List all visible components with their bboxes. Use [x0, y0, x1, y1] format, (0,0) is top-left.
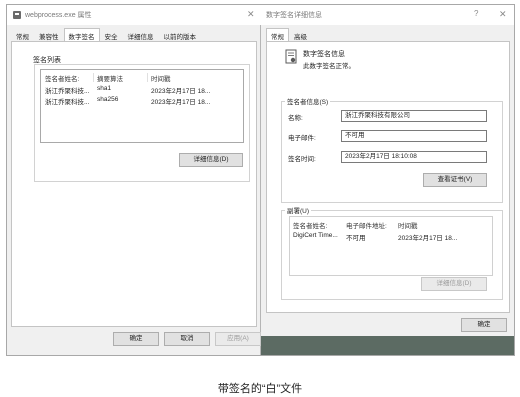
column-divider — [147, 73, 148, 82]
signer-cell: 浙江乔聚科技... — [45, 99, 90, 106]
signer-cell: DigiCert Time... — [293, 232, 338, 239]
close-icon[interactable]: ✕ — [499, 9, 507, 20]
column-header-email[interactable]: 电子邮件地址: — [346, 220, 396, 230]
tab-previous-versions[interactable]: 以前的版本 — [159, 28, 202, 41]
info-subtitle: 此数字签名正常。 — [303, 63, 355, 70]
countersignature-legend: 副署(U) — [285, 205, 312, 215]
digest-cell: sha256 — [97, 96, 119, 103]
tab-advanced[interactable]: 高级 — [289, 28, 312, 41]
signature-details-titlebar: 数字签名详细信息 ? ✕ — [261, 5, 514, 25]
help-icon[interactable]: ? — [474, 9, 478, 18]
list-header: 签名者姓名: 摘要算法 时间戳 — [41, 72, 243, 83]
digest-cell: sha1 — [97, 85, 112, 92]
list-item[interactable]: 浙江乔聚科技... sha256 2023年2月17日 18... — [41, 95, 243, 106]
name-field[interactable]: 浙江乔聚科技有限公司 — [341, 110, 487, 122]
caption: 带签名的“白”文件 — [217, 383, 303, 395]
details-button[interactable]: 详细信息(D) — [421, 277, 487, 291]
list-header: 签名者姓名: 电子邮件地址: 时间戳 — [290, 219, 492, 230]
column-header-signer[interactable]: 签名者姓名: — [45, 73, 91, 83]
timestamp-cell: 2023年2月17日 18... — [398, 235, 458, 242]
view-certificate-button[interactable]: 查看证书(V) — [423, 173, 487, 187]
column-header-timestamp[interactable]: 时间戳 — [398, 220, 490, 230]
signature-list[interactable]: 签名者姓名: 摘要算法 时间戳 浙江乔聚科技... sha1 2023年2月17… — [40, 69, 244, 143]
signer-info-legend: 签名者信息(S) — [285, 96, 331, 106]
info-title: 数字签名信息 — [303, 51, 345, 58]
signer-cell: 浙江乔聚科技... — [45, 88, 90, 95]
apply-button[interactable]: 应用(A) — [215, 332, 261, 346]
background-strip — [261, 336, 514, 355]
email-label: 电子邮件: — [288, 135, 316, 142]
close-icon[interactable]: ✕ — [247, 9, 255, 20]
properties-tabs: 常规 兼容性 数字签名 安全 详细信息 以前的版本 — [11, 28, 201, 41]
tab-general[interactable]: 常规 — [266, 28, 289, 41]
list-item[interactable]: DigiCert Time... 不可用 2023年2月17日 18... — [290, 231, 492, 242]
name-label: 名称: — [288, 115, 303, 122]
ok-button[interactable]: 确定 — [461, 318, 507, 332]
column-header-digest[interactable]: 摘要算法 — [97, 73, 145, 83]
tab-details[interactable]: 详细信息 — [123, 28, 159, 41]
signing-time-label: 签名时间: — [288, 156, 316, 163]
column-header-timestamp[interactable]: 时间戳 — [151, 73, 241, 83]
signature-details-tabs: 常规 高级 — [266, 28, 312, 41]
countersignature-list[interactable]: 签名者姓名: 电子邮件地址: 时间戳 DigiCert Time... 不可用 … — [289, 216, 493, 276]
cancel-button[interactable]: 取消 — [164, 332, 210, 346]
signature-details-title: 数字签名详细信息 — [266, 12, 322, 19]
certificate-icon — [285, 49, 297, 64]
timestamp-cell: 2023年2月17日 18... — [151, 99, 211, 106]
signing-time-field[interactable]: 2023年2月17日 18:10:08 — [341, 151, 487, 163]
column-header-signer[interactable]: 签名者姓名: — [293, 220, 343, 230]
screenshot-frame: webprocess.exe 属性 ✕ 常规 兼容性 数字签名 安全 详细信息 … — [6, 4, 515, 356]
tab-general[interactable]: 常规 — [11, 28, 34, 41]
ok-button[interactable]: 确定 — [113, 332, 159, 346]
email-cell: 不可用 — [346, 235, 366, 242]
properties-title: webprocess.exe 属性 — [25, 12, 92, 19]
properties-titlebar: webprocess.exe 属性 ✕ — [7, 5, 261, 25]
timestamp-cell: 2023年2月17日 18... — [151, 88, 211, 95]
list-item[interactable]: 浙江乔聚科技... sha1 2023年2月17日 18... — [41, 84, 243, 95]
app-icon — [13, 11, 21, 19]
tab-compatibility[interactable]: 兼容性 — [34, 28, 64, 41]
tab-security[interactable]: 安全 — [100, 28, 123, 41]
email-field[interactable]: 不可用 — [341, 130, 487, 142]
tab-digital-signatures[interactable]: 数字签名 — [63, 28, 100, 41]
details-button[interactable]: 详细信息(D) — [179, 153, 243, 167]
column-divider — [93, 73, 94, 82]
